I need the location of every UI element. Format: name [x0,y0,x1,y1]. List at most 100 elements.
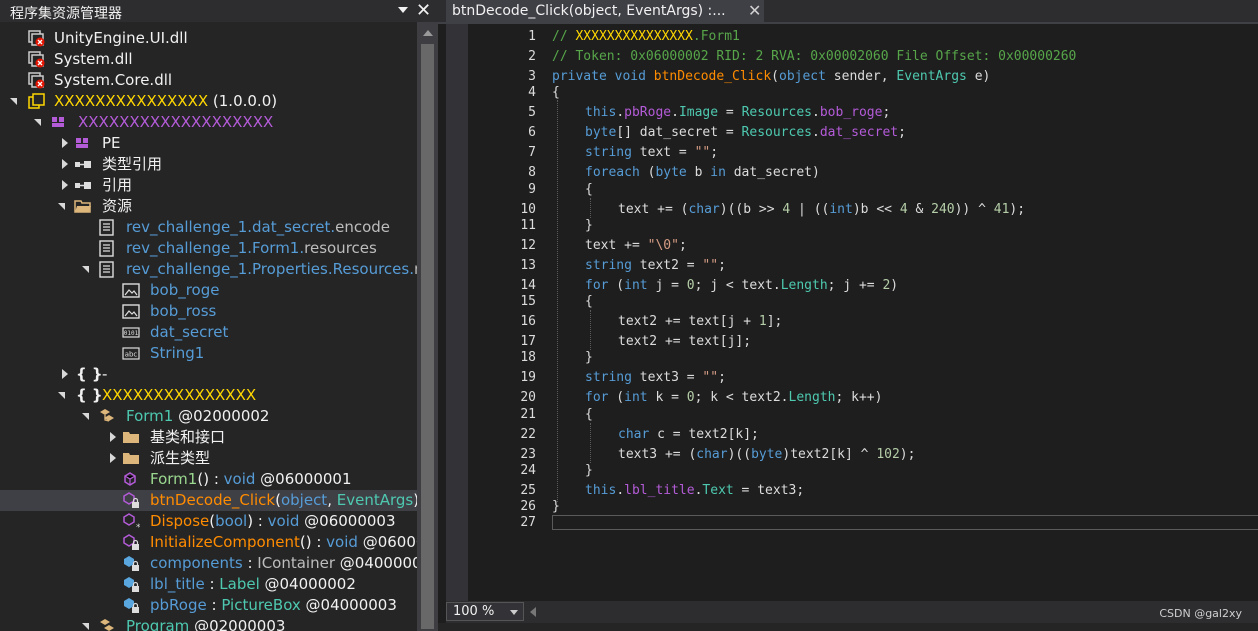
tree-item-resource-form1[interactable]: rev_challenge_1.Form1.resources [0,238,417,259]
line-number: 18 [520,350,536,365]
tree-item-namespace[interactable]: { } XXXXXXXXXXXXXXX [0,385,417,406]
method-name: Dispose [150,512,210,530]
collapsed-arrow-icon[interactable] [110,453,116,463]
assembly-error-icon [28,72,45,89]
code-text: ; k++) [835,390,883,405]
tree-item-refs[interactable]: 引用 [0,175,417,196]
code-text: ; j < text. [694,278,781,293]
collapsed-arrow-icon[interactable] [62,369,68,379]
resource-name: rev_challenge_1.dat_secret. [126,218,336,236]
scroll-up-icon[interactable] [423,30,433,36]
tree-item-label: 派生类型 [150,449,211,467]
code-line: // Token: 0x06000002 RID: 2 RVA: 0x00002… [552,49,1077,64]
editor-status-bar: 100 % CSDN @gal2xy [446,601,1258,623]
type-name: Resources [741,105,813,120]
explorer-scrollbar[interactable] [417,22,438,631]
scroll-left-icon[interactable] [530,607,536,617]
code-line: text += "\0"; [585,238,687,254]
tree-item-derived-types[interactable]: 派生类型 [0,448,417,469]
private-method-icon [123,492,139,508]
tree-item-method-dispose[interactable]: * Dispose(bool) : void @06000003 [0,511,417,532]
tree-item-string1[interactable]: abc String1 [0,343,417,364]
tree-item-form1-class[interactable]: Form1 @02000002 [0,406,417,427]
expanded-arrow-icon[interactable] [82,623,89,630]
chevron-down-icon[interactable] [398,7,408,13]
tree-item-program-class[interactable]: Program @02000003 [0,616,417,631]
collapsed-arrow-icon[interactable] [62,159,68,169]
tree-item-bob-roge[interactable]: bob_roge [0,280,417,301]
tree-item-system[interactable]: System.dll [0,49,417,70]
keyword: this [585,483,617,498]
code-line: this.lbl_title.Text = text3; [585,483,804,499]
collapsed-arrow-icon[interactable] [110,432,116,442]
comment: // [552,29,576,44]
code-line: text += (char)((b >> 4 | ((int)b << 4 & … [618,202,1025,218]
code-editor[interactable]: 1 2 3 4 5 6 7 8 9 10 11 12 13 14 15 16 1… [446,24,1258,601]
tree-item-method-form1[interactable]: Form1() : void @06000001 [0,469,417,490]
code-line: } [585,463,593,478]
tree-item-dat-secret[interactable]: 0101 dat_secret [0,322,417,343]
code-line: string text = ""; [585,145,718,161]
tree-item-field-pbroge[interactable]: pbRoge : PictureBox @04000003 [0,595,417,616]
expanded-arrow-icon[interactable] [34,119,41,126]
private-field-icon [124,577,139,592]
chevron-down-icon[interactable] [510,610,518,615]
punctuation: ; [710,145,719,160]
code-line: text2 += text[j]; [618,334,752,349]
tree-item-assembly[interactable]: XXXXXXXXXXXXXXX (1.0.0.0) [0,91,417,112]
tree-item-empty-namespace[interactable]: { } - [0,364,417,385]
zoom-dropdown[interactable]: 100 % [446,602,524,621]
code-text: ]; [766,314,783,329]
tree-item-method-btndecode-click[interactable]: btnDecode_Click(object, EventArgs) [0,490,417,511]
code-line: string text2 = ""; [585,258,726,274]
tree-item-module[interactable]: XXXXXXXXXXXXXXXXXXX [0,112,417,133]
tree-item-type-refs[interactable]: 类型引用 [0,154,417,175]
code-text: c = text2[k]; [649,427,759,442]
resource-file-icon [99,240,114,257]
module-icon [52,117,64,127]
tree-item-bob-ross[interactable]: bob_ross [0,301,417,322]
namespace-icon: { } [76,386,103,404]
tree-item-resource-dat-secret[interactable]: rev_challenge_1.dat_secret.encode [0,217,417,238]
punctuation: . [671,105,679,120]
tree-item-label: 基类和接口 [150,428,226,446]
class-token: @02000002 [173,407,270,425]
separator: , [327,491,337,509]
expanded-arrow-icon[interactable] [10,98,17,105]
tree-item-system-core[interactable]: System.Core.dll [0,70,417,91]
field-ref: pbRoge [624,105,672,120]
tree-item-method-initializecomponent[interactable]: InitializeComponent() : void @06000 [0,532,417,553]
expanded-arrow-icon[interactable] [82,413,89,420]
tree-item-pe[interactable]: PE [0,133,417,154]
number-literal: 1 [758,314,767,329]
expanded-arrow-icon[interactable] [58,392,65,399]
folder-icon [123,453,139,464]
tree-item-field-components[interactable]: components : IContainer @04000001 [0,553,417,574]
scrollbar-thumb[interactable] [421,44,434,629]
line-number: 26 [520,499,536,514]
code-area[interactable]: 1 2 3 4 5 6 7 8 9 10 11 12 13 14 15 16 1… [468,24,1258,601]
tree-item-resource-properties[interactable]: rev_challenge_1.Properties.Resources.re [0,259,417,280]
expanded-arrow-icon[interactable] [82,266,89,273]
tree-item-unityengine-ui[interactable]: UnityEngine.UI.dll [0,28,417,49]
string-resource-icon: abc [122,347,140,360]
close-icon[interactable]: ✕ [748,0,761,22]
collapsed-arrow-icon[interactable] [62,138,68,148]
line-number: 1 [528,29,536,44]
type-name: Resources [741,125,812,140]
string-literal: "" [702,370,719,385]
tab-btndecode-click[interactable]: btnDecode_Click(object, EventArgs) :... … [446,0,764,22]
tree-item-field-lbl-title[interactable]: lbl_title : Label @04000002 [0,574,417,595]
code-line: { [552,85,560,100]
field-name: lbl_title [150,575,205,593]
line-number: 19 [520,370,536,385]
class-icon [100,409,114,422]
collapsed-arrow-icon[interactable] [62,180,68,190]
expanded-arrow-icon[interactable] [58,203,65,210]
code-text: ; k < text2. [694,390,789,405]
line-number: 6 [528,125,536,140]
close-icon[interactable]: ✕ [416,0,431,22]
tree-item-base-types[interactable]: 基类和接口 [0,427,417,448]
tree-item-resources[interactable]: 资源 [0,196,417,217]
tab-label: btnDecode_Click(object, EventArgs) :... [452,3,726,19]
